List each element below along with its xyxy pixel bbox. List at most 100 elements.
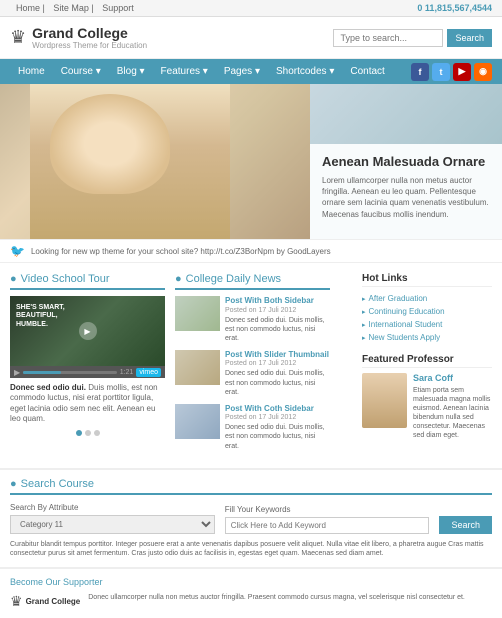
video-dots[interactable] — [10, 425, 165, 441]
site-header: ♛ Grand College Wordpress Theme for Educ… — [0, 17, 502, 59]
nav-home[interactable]: Home — [10, 59, 53, 84]
main-content: ● Video School Tour SHE'S SMART,BEAUTIFU… — [0, 263, 502, 468]
supporter-logo-name: Grand College — [26, 597, 81, 606]
news-title-label: College Daily News — [186, 273, 281, 285]
nav-blog[interactable]: Blog ▾ — [109, 59, 153, 84]
youtube-icon[interactable]: ▶ — [453, 63, 471, 81]
twitter-bar: 🐦 Looking for new wp theme for your scho… — [0, 239, 502, 263]
search-keywords-field: Fill Your Keywords — [225, 505, 430, 534]
supporter-content: ♛ Grand College Donec ullamcorper nulla … — [10, 593, 492, 610]
dot-3[interactable] — [94, 430, 100, 436]
video-section-title: ● Video School Tour — [10, 273, 165, 290]
search-row: Search By Attribute Category 11 Fill You… — [10, 503, 492, 534]
home-link[interactable]: Home — [16, 3, 40, 13]
supporter-desc: Donec ullamcorper nulla non metus auctor… — [88, 593, 465, 603]
nav-contact[interactable]: Contact — [342, 59, 392, 84]
search-attribute-select[interactable]: Category 11 — [10, 515, 215, 534]
news-title-2[interactable]: Post With Slider Thumbnail — [225, 350, 330, 360]
video-overlay: SHE'S SMART,BEAUTIFUL,HUMBLE. ▶ — [10, 296, 165, 366]
facebook-icon[interactable]: f — [411, 63, 429, 81]
social-icons[interactable]: f t ▶ ◉ — [411, 63, 492, 81]
dot-2[interactable] — [85, 430, 91, 436]
news-content-1: Post With Both Sidebar Posted on 17 Juli… — [225, 296, 330, 343]
news-date-1: Posted on 17 Juli 2012 — [225, 307, 330, 314]
nav-links[interactable]: Home Course ▾ Blog ▾ Features ▾ Pages ▾ … — [10, 59, 393, 84]
news-date-2: Posted on 17 Juli 2012 — [225, 360, 330, 367]
rss-icon[interactable]: ◉ — [474, 63, 492, 81]
top-bar-links[interactable]: Home | Site Map | Support — [10, 3, 134, 13]
hot-links-section: Hot Links After Graduation Continuing Ed… — [362, 273, 492, 344]
hot-link-3[interactable]: International Student — [362, 318, 492, 331]
search-section-title: ● Search Course — [10, 478, 492, 495]
news-img-2 — [175, 350, 220, 385]
sitemap-link[interactable]: Site Map — [53, 3, 89, 13]
hot-link-2[interactable]: Continuing Education — [362, 305, 492, 318]
news-title-1[interactable]: Post With Both Sidebar — [225, 296, 330, 306]
news-excerpt-2: Donec sed odio dui. Duis mollis, est non… — [225, 369, 330, 396]
professor-card: Sara Coff Etiam porta sem malesuada magn… — [362, 373, 492, 441]
search-description: Curabitur blandit tempus porttitor. Inte… — [10, 540, 492, 560]
hero-text-box: Aenean Malesuada Ornare Lorem ullamcorpe… — [310, 144, 502, 239]
search-keywords-label: Fill Your Keywords — [225, 505, 430, 514]
hot-link-1[interactable]: After Graduation — [362, 292, 492, 305]
video-text-overlay: SHE'S SMART,BEAUTIFUL,HUMBLE. — [16, 304, 65, 329]
news-section-icon: ● — [175, 273, 182, 285]
video-description: Donec sed odio dui. Duis mollis, est non… — [10, 383, 165, 425]
dot-1[interactable] — [76, 430, 82, 436]
site-tagline: Wordpress Theme for Education — [32, 41, 147, 50]
professor-desc: Etiam porta sem malesuada magna mollis e… — [413, 386, 492, 441]
hero-side: Aenean Malesuada Ornare Lorem ullamcorpe… — [310, 84, 502, 239]
news-excerpt-1: Donec sed odio dui. Duis mollis, est non… — [225, 316, 330, 343]
search-keywords-input[interactable] — [225, 517, 430, 534]
support-link[interactable]: Support — [102, 3, 134, 13]
phone-number: 0 11,815,567,4544 — [417, 3, 492, 13]
professor-section: Featured Professor Sara Coff Etiam porta… — [362, 354, 492, 441]
crown-icon: ♛ — [10, 27, 26, 48]
logo-area: ♛ Grand College Wordpress Theme for Educ… — [10, 25, 147, 50]
video-progress-fill — [23, 371, 60, 374]
video-title-label: Video School Tour — [21, 273, 110, 285]
video-play-icon[interactable]: ▶ — [14, 368, 20, 377]
video-section-icon: ● — [10, 273, 17, 285]
video-time: 1:21 — [120, 369, 134, 376]
search-course-button[interactable]: Search — [439, 516, 492, 534]
news-content-3: Post With Coth Sidebar Posted on 17 Juli… — [225, 404, 330, 451]
news-title-3[interactable]: Post With Coth Sidebar — [225, 404, 330, 414]
hot-links-title: Hot Links — [362, 273, 492, 287]
news-thumb-2 — [175, 350, 220, 385]
supporter-logo: ♛ Grand College — [10, 593, 80, 610]
nav-course[interactable]: Course ▾ — [53, 59, 109, 84]
search-section-label: Search Course — [21, 478, 94, 490]
hero-section: Aenean Malesuada Ornare Lorem ullamcorpe… — [0, 84, 502, 239]
video-thumbnail[interactable]: SHE'S SMART,BEAUTIFUL,HUMBLE. ▶ — [10, 296, 165, 366]
main-nav: Home Course ▾ Blog ▾ Features ▾ Pages ▾ … — [0, 59, 502, 84]
site-title: Grand College — [32, 25, 147, 41]
search-section: ● Search Course Search By Attribute Cate… — [0, 468, 502, 568]
video-play-button[interactable]: ▶ — [79, 322, 97, 340]
vimeo-badge: vimeo — [136, 368, 161, 377]
left-columns: ● Video School Tour SHE'S SMART,BEAUTIFU… — [10, 273, 352, 458]
professor-photo — [362, 373, 407, 428]
header-search[interactable]: Search — [333, 29, 492, 47]
news-img-3 — [175, 404, 220, 439]
nav-pages[interactable]: Pages ▾ — [216, 59, 268, 84]
sidebar: Hot Links After Graduation Continuing Ed… — [362, 273, 492, 458]
video-controls[interactable]: ▶ 1:21 vimeo — [10, 366, 165, 378]
supporter-crown-icon: ♛ — [10, 593, 23, 610]
news-img-1 — [175, 296, 220, 331]
news-excerpt-3: Donec sed odio dui. Duis mollis, est non… — [225, 423, 330, 450]
video-progress-bar[interactable] — [23, 371, 117, 374]
twitter-icon[interactable]: t — [432, 63, 450, 81]
news-item-1: Post With Both Sidebar Posted on 17 Juli… — [175, 296, 330, 343]
nav-features[interactable]: Features ▾ — [153, 59, 216, 84]
nav-shortcodes[interactable]: Shortcodes ▾ — [268, 59, 342, 84]
search-input[interactable] — [333, 29, 443, 47]
news-section-title: ● College Daily News — [175, 273, 330, 290]
news-content-2: Post With Slider Thumbnail Posted on 17 … — [225, 350, 330, 397]
hot-link-4[interactable]: New Students Apply — [362, 331, 492, 344]
twitter-bird-icon: 🐦 — [10, 244, 25, 258]
hero-image — [0, 84, 310, 239]
search-button[interactable]: Search — [447, 29, 492, 47]
hero-text: Lorem ullamcorper nulla non metus auctor… — [322, 175, 490, 220]
search-section-icon: ● — [10, 478, 17, 490]
